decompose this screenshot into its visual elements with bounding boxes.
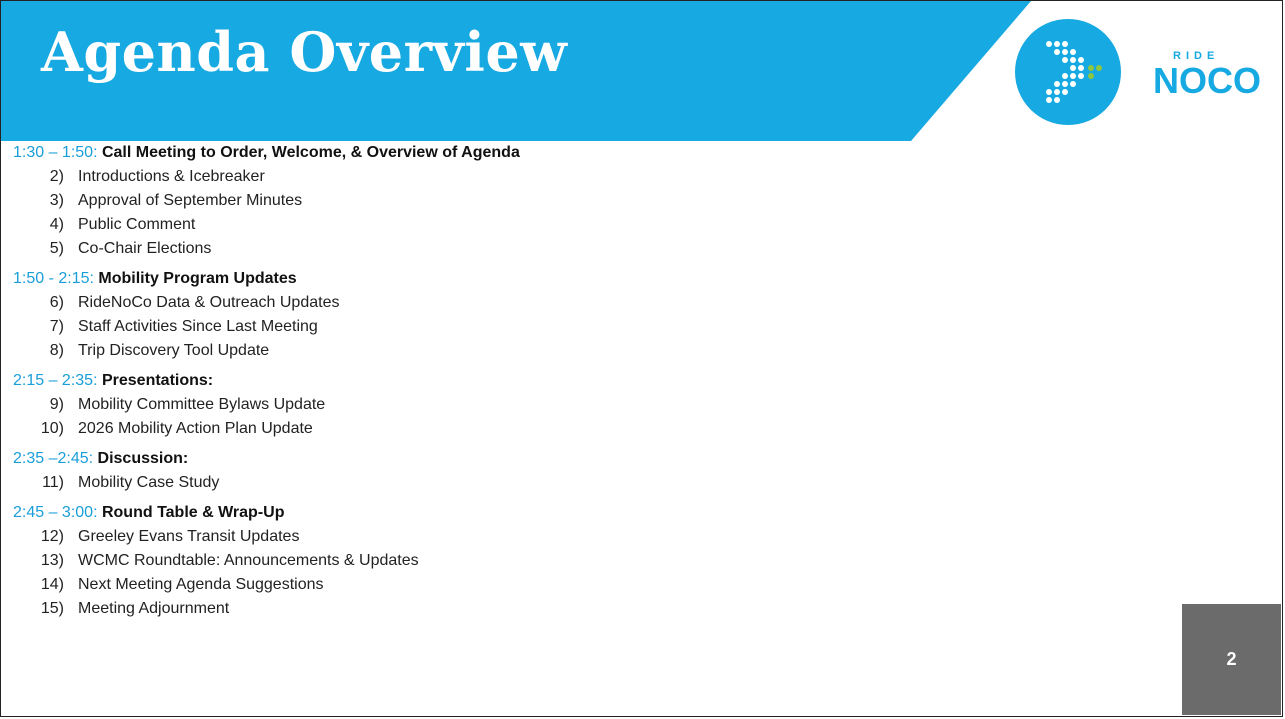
agenda-section: 1:50 - 2:15: Mobility Program Updates 6)… [13,267,1282,363]
agenda-items: 11) Mobility Case Study [13,471,1282,495]
section-header: 2:15 – 2:35: Presentations: [13,369,1282,393]
agenda-item: 12) Greeley Evans Transit Updates [13,525,1282,549]
item-text: Mobility Committee Bylaws Update [78,396,326,413]
agenda-item: 15) Meeting Adjournment [13,597,1282,621]
item-number: 13) [40,552,64,569]
item-text: Meeting Adjournment [78,600,230,617]
item-number: 3) [49,192,64,209]
section-time: 2:35 –2:45: [13,450,94,467]
agenda-item: 9) Mobility Committee Bylaws Update [13,393,1282,417]
agenda-items: 2) Introductions & Icebreaker 3) Approval … [13,165,1282,261]
agenda-items: 6) RideNoCo Data & Outreach Updates 7) Sta… [13,291,1282,363]
section-time: 1:30 – 1:50: [13,144,98,161]
page-title: Agenda Overview [41,20,568,84]
item-number: 11) [42,474,64,491]
agenda-items: 12) Greeley Evans Transit Updates 13) WCMC… [13,525,1282,621]
item-number: 12) [40,528,64,545]
agenda-items: 9) Mobility Committee Bylaws Update 10) 20… [13,393,1282,441]
ride-noco-logo: RIDE NOCO [1015,19,1261,125]
section-header: 1:50 - 2:15: Mobility Program Updates [13,267,1282,291]
slide: Agenda Overview RIDE NOCO 1:30 – 1:50: C… [0,0,1283,717]
agenda-item: 11) Mobility Case Study [13,471,1282,495]
section-heading: Presentations: [101,372,214,389]
item-number: 10) [40,420,64,437]
page-number: 2 [1226,649,1237,669]
section-heading: Mobility Program Updates [98,270,297,287]
item-text: Next Meeting Agenda Suggestions [78,576,324,593]
section-header: 2:45 – 3:00: Round Table & Wrap-Up [13,501,1282,525]
item-number: 15) [40,600,64,617]
agenda-section: 1:30 – 1:50: Call Meeting to Order, Welc… [13,141,1282,261]
item-number: 9) [49,396,64,413]
agenda-item: 6) RideNoCo Data & Outreach Updates [13,291,1282,315]
agenda-list: 1:30 – 1:50: Call Meeting to Order, Welc… [13,141,1282,627]
item-text: Public Comment [78,216,196,233]
section-heading: Call Meeting to Order, Welcome, & Overvi… [101,144,520,161]
agenda-item: 10) 2026 Mobility Action Plan Update [13,417,1282,441]
item-number: 6) [49,294,64,311]
agenda-section: 2:45 – 3:00: Round Table & Wrap-Up 12) Gr… [13,501,1282,621]
agenda-item: 5) Co-Chair Elections [13,237,1282,261]
item-text: Greeley Evans Transit Updates [78,528,300,545]
item-number: 5) [49,240,64,257]
item-number: 8) [49,342,64,359]
item-number: 2) [49,168,64,185]
agenda-section: 2:15 – 2:35: Presentations: 9) Mobility C… [13,369,1282,441]
logo-circle [1015,19,1121,125]
section-header: 2:35 –2:45: Discussion: [13,447,1282,471]
agenda-section: 2:35 –2:45: Discussion: 11) Mobility Case… [13,447,1282,495]
section-heading: Discussion: [97,450,189,467]
agenda-item: 2) Introductions & Icebreaker [13,165,1282,189]
item-text: Mobility Case Study [78,474,220,491]
agenda-item: 4) Public Comment [13,213,1282,237]
logo-noco-text: NOCO [1153,60,1261,101]
agenda-item: 13) WCMC Roundtable: Announcements & Upda… [13,549,1282,573]
item-text: 2026 Mobility Action Plan Update [78,420,313,437]
item-text: Introductions & Icebreaker [78,168,265,185]
agenda-item: 14) Next Meeting Agenda Suggestions [13,573,1282,597]
item-text: RideNoCo Data & Outreach Updates [78,294,340,311]
section-time: 2:15 – 2:35: [13,372,98,389]
item-number: 7) [49,318,64,335]
section-time: 2:45 – 3:00: [13,504,98,521]
item-text: WCMC Roundtable: Announcements & Updates [78,552,419,569]
agenda-item: 7) Staff Activities Since Last Meeting [13,315,1282,339]
item-text: Trip Discovery Tool Update [78,342,270,359]
page-number-box: 2 [1182,604,1281,715]
item-number: 14) [40,576,64,593]
item-number: 4) [49,216,64,233]
section-header: 1:30 – 1:50: Call Meeting to Order, Welc… [13,141,1282,165]
section-heading: Round Table & Wrap-Up [101,504,285,521]
item-text: Approval of September Minutes [78,192,303,209]
item-text: Co-Chair Elections [78,240,212,257]
item-text: Staff Activities Since Last Meeting [78,318,318,335]
section-time: 1:50 - 2:15: [13,270,94,287]
agenda-item: 3) Approval of September Minutes [13,189,1282,213]
agenda-item: 8) Trip Discovery Tool Update [13,339,1282,363]
